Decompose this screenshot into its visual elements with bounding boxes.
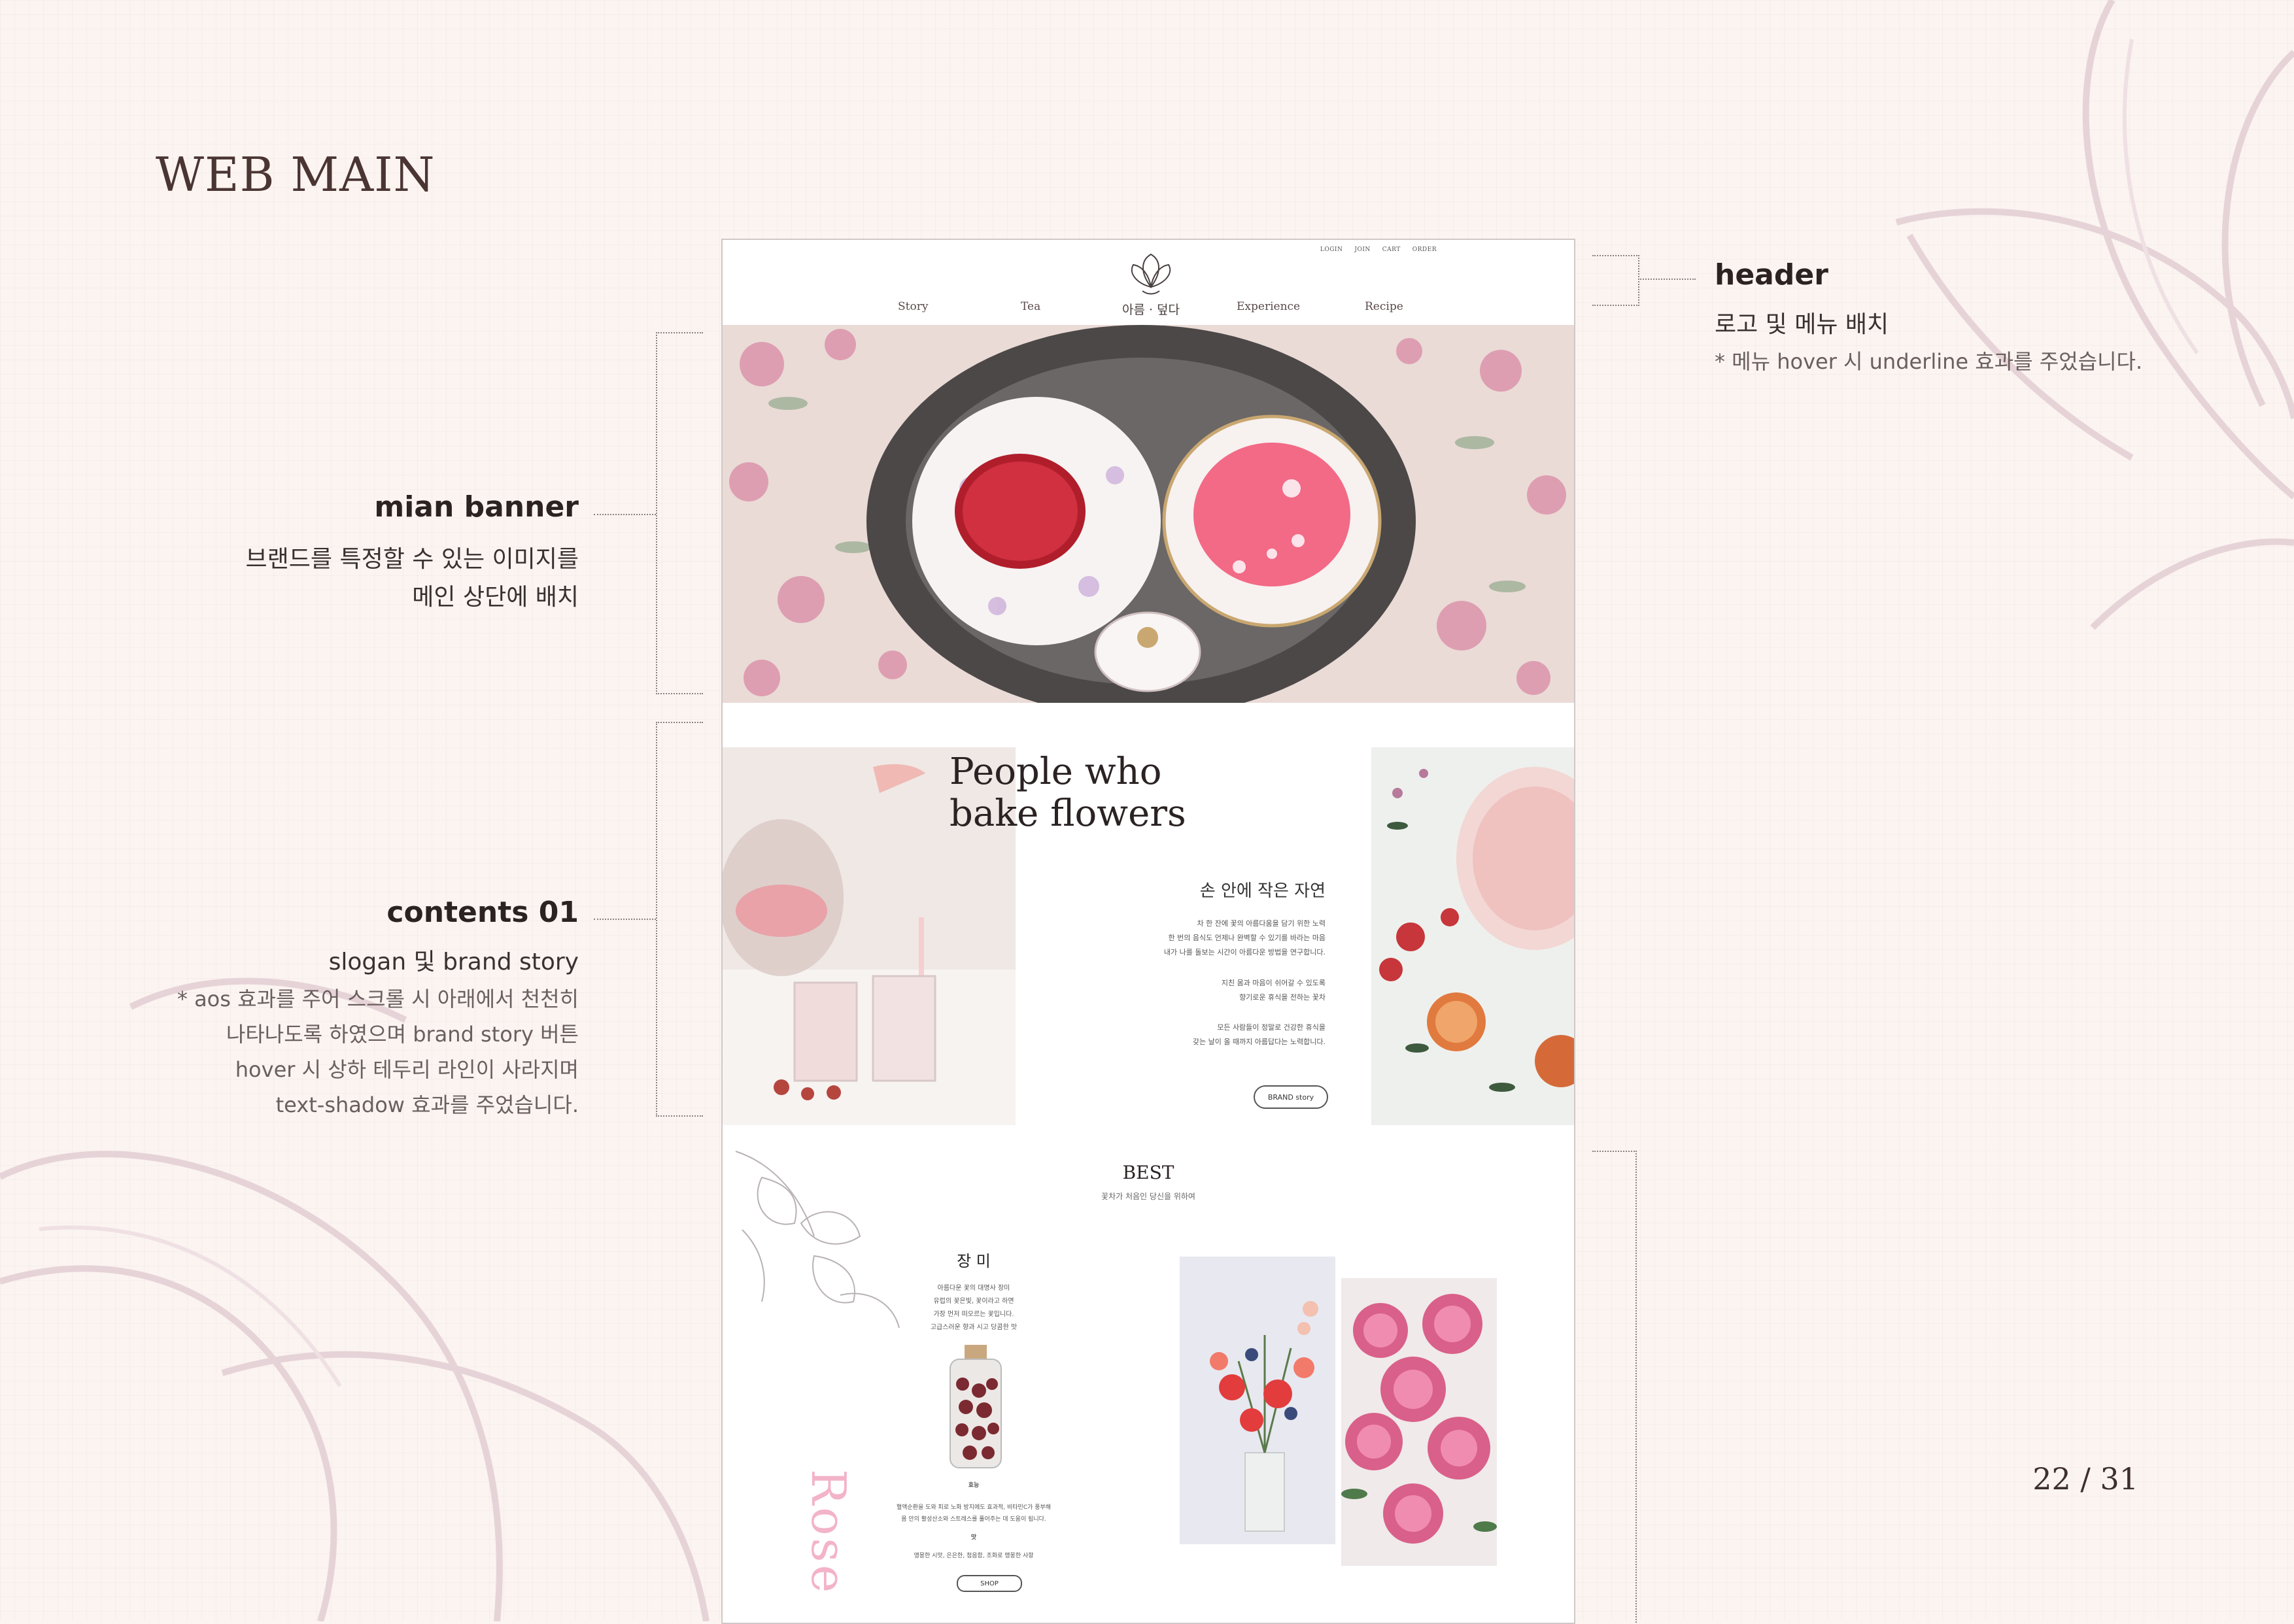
join-link[interactable]: JOIN bbox=[1354, 246, 1370, 253]
header-annotation-title: header bbox=[1715, 258, 1828, 292]
cart-link[interactable]: CART bbox=[1382, 246, 1401, 253]
story-line: 향기로운 휴식을 전하는 꽃차 bbox=[1239, 993, 1326, 1002]
order-link[interactable]: ORDER bbox=[1412, 246, 1437, 253]
contents01-annotation-desc: slogan 및 brand story bbox=[328, 949, 579, 975]
brand-story-paragraph-1: 차 한 잔에 꽃의 아름다움을 담기 위한 노력 한 번의 음식도 언제나 완벽… bbox=[1064, 917, 1326, 960]
effect-line: 몸 안의 활성산소와 스트레스를 풀어주는 데 도움이 됩니다. bbox=[901, 1516, 1046, 1523]
main-banner-image bbox=[723, 325, 1574, 703]
utility-menu: LOGIN JOIN CART ORDER bbox=[1320, 246, 1437, 253]
story-line: 차 한 잔에 꽃의 아름다움을 담기 위한 노력 bbox=[1197, 919, 1326, 928]
brand-logo[interactable]: 아름 · 덮다 bbox=[1115, 248, 1187, 320]
contents01-annotation-note-4: text-shadow 효과를 주었습니다. bbox=[275, 1092, 579, 1117]
banner-annotation-desc-1: 브랜드를 특정할 수 있는 이미지를 bbox=[245, 546, 579, 573]
taste-label: 맛 bbox=[970, 1534, 977, 1541]
header-guide-bracket bbox=[1592, 255, 1639, 306]
product-desc-line: 아름다운 꽃의 대명사 장미 bbox=[937, 1285, 1010, 1292]
page-number: 22 / 31 bbox=[2032, 1461, 2138, 1497]
slide-title: WEB MAIN bbox=[156, 147, 436, 202]
effect-line: 혈액순환을 도와 피로 노화 방지에도 효과적, 비타민C가 풍부해 bbox=[896, 1504, 1052, 1511]
story-line: 한 번의 음식도 언제나 완벽할 수 있기를 바라는 마음 bbox=[1168, 934, 1326, 942]
contents01-annotation-note-1: * aos 효과를 주어 스크롤 시 아래에서 천천히 bbox=[177, 987, 579, 1011]
tea-ingredients-image bbox=[1371, 747, 1574, 1125]
nav-tea[interactable]: Tea bbox=[1021, 300, 1040, 313]
nav-story[interactable]: Story bbox=[898, 300, 928, 313]
brand-story-title: 손 안에 작은 자연 bbox=[1199, 881, 1326, 901]
login-link[interactable]: LOGIN bbox=[1320, 246, 1343, 253]
story-line: 갖는 날이 올 때까지 아름답다는 노력합니다. bbox=[1192, 1038, 1326, 1046]
header-annotation: header 로고 및 메뉴 배치 * 메뉴 hover 시 underline… bbox=[1715, 258, 2142, 379]
story-line: 지친 몸과 마음이 쉬어갈 수 있도록 bbox=[1221, 979, 1326, 987]
contents01-annotation-note-2: 나타나도록 하였으며 brand story 버튼 bbox=[226, 1022, 579, 1047]
rose-tea-jar-image bbox=[950, 1345, 1002, 1468]
story-line: 내가 나를 돌보는 시간이 아름다운 방법을 연구합니다. bbox=[1163, 948, 1326, 956]
banner-annotation-title: mian banner bbox=[374, 490, 579, 524]
effect-text: 혈액순환을 도와 피로 노화 방지에도 효과적, 비타민C가 풍부해 몸 안의 … bbox=[886, 1502, 1061, 1525]
best-section-subtitle: 꽃차가 처음인 당신을 위하여 bbox=[1101, 1192, 1195, 1201]
brand-story-button[interactable]: BRAND story bbox=[1254, 1085, 1328, 1109]
best-guide-bracket bbox=[1592, 1151, 1637, 1623]
header-annotation-note: * 메뉴 hover 시 underline 효과를 주었습니다. bbox=[1715, 349, 2143, 374]
slogan-line-1: People who bbox=[950, 751, 1162, 793]
shop-button[interactable]: SHOP bbox=[957, 1575, 1022, 1592]
nav-recipe[interactable]: Recipe bbox=[1365, 300, 1403, 313]
logo-text: 아름 · 덮다 bbox=[1121, 303, 1180, 317]
header-guide-line bbox=[1638, 279, 1696, 280]
story-line: 모든 사람들이 정말로 건강한 휴식을 bbox=[1217, 1023, 1326, 1032]
brand-story-paragraph-2: 지친 몸과 마음이 쉬어갈 수 있도록 향기로운 휴식을 전하는 꽃차 bbox=[1064, 976, 1326, 1005]
banner-guide-bracket bbox=[656, 332, 703, 694]
contents-guide-line bbox=[594, 919, 656, 920]
peony-roses-image bbox=[1341, 1278, 1497, 1566]
contents01-annotation-title: contents 01 bbox=[386, 896, 579, 929]
banner-annotation: mian banner 브랜드를 특정할 수 있는 이미지를 메인 상단에 배치 bbox=[246, 490, 579, 617]
slogan-line-2: bake flowers bbox=[950, 792, 1186, 835]
product-desc-line: 고급스러운 향과 시고 당콤한 맛 bbox=[930, 1324, 1018, 1331]
product-description: 아름다운 꽃의 대명사 장미 유럽의 꽃은빛, 꽃이라고 하면 가장 먼저 떠오… bbox=[906, 1282, 1042, 1334]
contents01-annotation: contents 01 slogan 및 brand story * aos 효… bbox=[177, 896, 579, 1123]
slogan: People who bake flowers bbox=[950, 751, 1186, 835]
product-desc-line: 가장 먼저 떠오르는 꽃입니다. bbox=[933, 1311, 1014, 1318]
bouquet-image bbox=[1180, 1257, 1335, 1544]
banner-annotation-desc-2: 메인 상단에 배치 bbox=[412, 584, 579, 611]
taste-text: 앵몽한 시맛, 은은한, 첨음함, 조화로 맹몽한 사항 bbox=[914, 1553, 1034, 1559]
nav-experience[interactable]: Experience bbox=[1237, 300, 1300, 313]
header-annotation-desc: 로고 및 메뉴 배치 bbox=[1715, 311, 1889, 338]
banner-guide-line bbox=[594, 514, 656, 515]
product-desc-line: 유럽의 꽃은빛, 꽃이라고 하면 bbox=[933, 1298, 1014, 1305]
product-title: 장 미 bbox=[957, 1252, 991, 1270]
rose-vertical-text: Rose bbox=[801, 1469, 856, 1596]
website-mockup: LOGIN JOIN CART ORDER Story Tea Experien… bbox=[721, 239, 1575, 1624]
effect-label: 효능 bbox=[968, 1482, 980, 1489]
contents01-annotation-note-3: hover 시 상하 테두리 라인이 사라지며 bbox=[235, 1057, 579, 1082]
contents-guide-bracket bbox=[656, 722, 703, 1117]
best-section-title: BEST bbox=[1122, 1162, 1174, 1183]
brand-story-paragraph-3: 모든 사람들이 정말로 건강한 휴식을 갖는 날이 올 때까지 아름답다는 노력… bbox=[1064, 1021, 1326, 1049]
site-header: LOGIN JOIN CART ORDER Story Tea Experien… bbox=[723, 240, 1574, 325]
